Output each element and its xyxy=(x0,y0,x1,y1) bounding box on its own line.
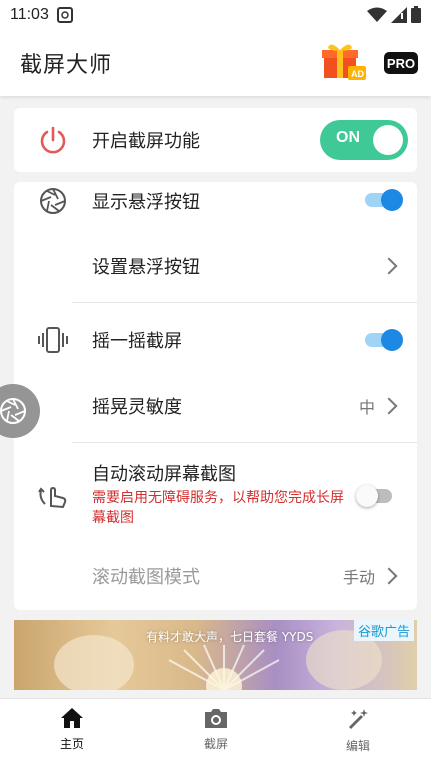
enable-label: 开启截屏功能 xyxy=(92,131,200,152)
set-float-label: 设置悬浮按钮 xyxy=(92,257,200,278)
sensitivity-value: 中 xyxy=(358,398,375,417)
shutter-icon xyxy=(36,184,70,218)
status-icons xyxy=(367,6,421,23)
app-bar: 截屏大师 AD PRO xyxy=(0,30,431,96)
bottom-nav: 主页 截屏 编辑 xyxy=(0,698,431,766)
sensitivity-label: 摇晃灵敏度 xyxy=(92,397,182,418)
auto-scroll-row[interactable]: 自动滚动屏幕截图 需要启用无障碍服务，以帮助您完成长屏幕截图 xyxy=(14,454,417,540)
chevron-right-icon xyxy=(380,397,398,415)
battery-icon xyxy=(411,6,421,23)
shake-row[interactable]: 摇一摇截屏 xyxy=(14,312,417,368)
status-bar: 11:03 xyxy=(0,0,431,30)
auto-scroll-label: 自动滚动屏幕截图 xyxy=(92,464,236,485)
toggle-knob xyxy=(381,329,403,351)
ad-text: 有料才敢大声，七日套餐 YYDS xyxy=(146,630,314,644)
scroll-mode-row[interactable]: 滚动截图模式 手动 xyxy=(14,548,417,604)
toggle-knob xyxy=(356,485,378,507)
nav-capture-label: 截屏 xyxy=(203,737,228,751)
chevron-right-icon xyxy=(380,567,398,585)
chevron-right-icon xyxy=(380,257,398,275)
ad-tag: 谷歌广告 xyxy=(353,620,414,641)
divider xyxy=(72,442,417,443)
set-float-row[interactable]: 设置悬浮按钮 xyxy=(14,238,417,294)
enable-toggle-knob xyxy=(373,125,403,155)
pro-button[interactable]: PRO xyxy=(384,52,418,74)
gift-ad-icon[interactable]: AD xyxy=(322,40,366,82)
gift-ad-tag: AD xyxy=(351,69,364,79)
shake-toggle[interactable] xyxy=(365,329,405,351)
scroll-mode-label: 滚动截图模式 xyxy=(92,567,200,588)
enable-toggle[interactable]: ON xyxy=(320,120,408,160)
phone-vibrate-icon xyxy=(36,323,70,357)
nav-edit[interactable]: 编辑 xyxy=(328,707,388,754)
enable-card: 开启截屏功能 ON xyxy=(14,108,417,172)
nav-home-label: 主页 xyxy=(59,737,84,751)
settings-card: 显示悬浮按钮 设置悬浮按钮 摇一摇截屏 摇晃灵敏度 中 自动滚动屏幕截图 需要启… xyxy=(14,182,417,610)
sensitivity-row[interactable]: 摇晃灵敏度 中 xyxy=(14,378,417,434)
home-icon xyxy=(61,708,83,728)
ad-banner[interactable]: 有料才敢大声，七日套餐 YYDS 谷歌广告 xyxy=(14,620,417,690)
accessibility-note: 需要启用无障碍服务，以帮助您完成长屏幕截图 xyxy=(92,490,344,526)
app-title: 截屏大师 xyxy=(20,53,113,78)
signal-icon xyxy=(391,6,407,23)
nav-home[interactable]: 主页 xyxy=(42,707,102,752)
show-float-row[interactable]: 显示悬浮按钮 xyxy=(14,182,417,220)
camera-icon xyxy=(205,709,227,728)
shutter-icon xyxy=(0,398,26,424)
toggle-knob xyxy=(381,189,403,211)
scroll-hand-icon xyxy=(36,478,70,512)
show-float-label: 显示悬浮按钮 xyxy=(92,192,200,213)
nav-capture[interactable]: 截屏 xyxy=(186,707,246,752)
wifi-icon xyxy=(367,7,387,22)
nav-edit-label: 编辑 xyxy=(345,739,370,753)
app-notification-icon xyxy=(56,7,73,23)
status-time: 11:03 xyxy=(10,6,49,23)
power-icon xyxy=(36,123,70,157)
shake-label: 摇一摇截屏 xyxy=(92,331,182,352)
auto-scroll-toggle[interactable] xyxy=(356,485,396,507)
scroll-mode-value: 手动 xyxy=(342,568,375,587)
divider xyxy=(72,302,417,303)
show-float-toggle[interactable] xyxy=(365,189,405,211)
enable-row[interactable]: 开启截屏功能 ON xyxy=(14,108,417,172)
magic-wand-icon xyxy=(349,709,368,729)
enable-toggle-text: ON xyxy=(336,129,360,146)
